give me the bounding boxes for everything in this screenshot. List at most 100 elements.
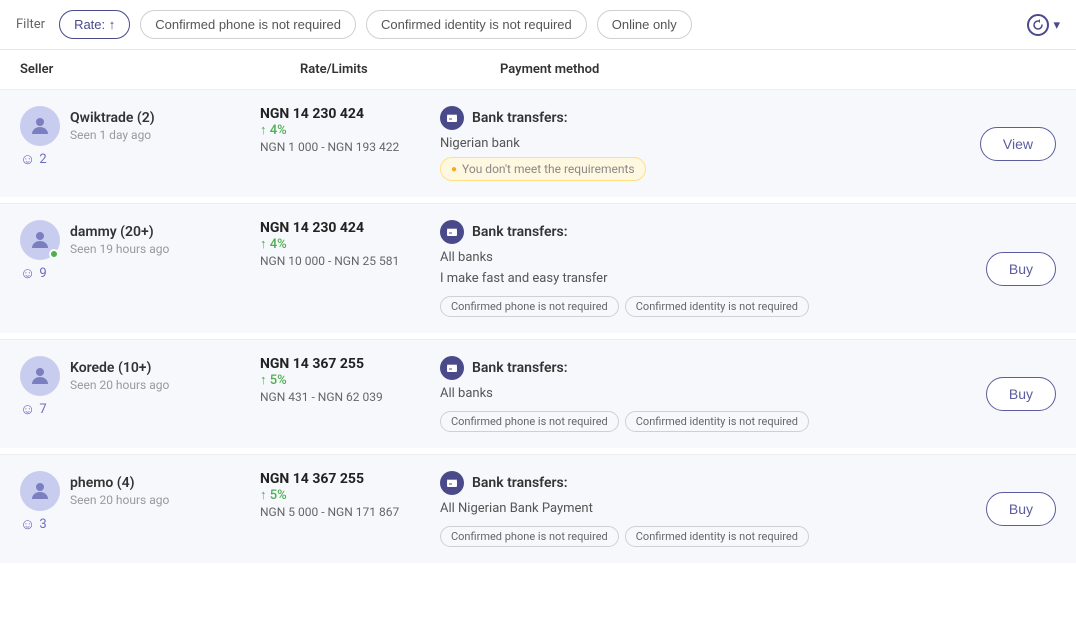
requirement-badges: Confirmed phone is not required Confirmed… [440,296,936,317]
col-header-payment: Payment method [500,62,1056,77]
rate-cell: NGN 14 367 255↑ 5% NGN 431 - NGN 62 039 [260,356,440,432]
seller-rating: ☺2 [20,150,260,168]
payment-desc: Nigerian bank [440,136,936,151]
seller-name: dammy (20+) [70,224,169,240]
table-row: dammy (20+) Seen 19 hours ago ☺ 9 NGN 14 230… [0,203,1076,333]
trade-list: Qwiktrade (2)Seen 1 day ago☺2NGN 14 230 … [0,85,1076,567]
buy-button[interactable]: Buy [986,377,1056,411]
requirement-badges: Confirmed phone is not required Confirmed… [440,411,936,432]
payment-desc: All banks [440,250,936,265]
seller-cell: phemo (4)Seen 20 hours ago☺3 [20,471,260,547]
seller-cell: Korede (10+)Seen 20 hours ago☺7 [20,356,260,432]
rating-icon: ☺ [20,515,35,533]
payment-desc: All banks [440,386,936,401]
rate-percent: ↑ 5% [260,487,440,503]
rate-cell: NGN 14 230 424↑ 4% NGN 10 000 - NGN 25 58… [260,220,440,317]
phone-filter-button[interactable]: Confirmed phone is not required [140,10,356,39]
rate-limits: NGN 1 000 - NGN 193 422 [260,140,440,154]
rating-count: 7 [39,402,46,417]
rate-limits: NGN 431 - NGN 62 039 [260,390,440,404]
payment-icon [440,106,464,130]
rate-cell: NGN 14 230 424↑ 4%NGN 1 000 - NGN 193 42… [260,106,440,181]
rate-amount: NGN 14 367 255 [260,471,440,487]
payment-type: Bank transfers: [472,110,568,126]
seller-rating: ☺7 [20,400,260,418]
payment-icon [440,220,464,244]
seller-name: phemo (4) [70,475,169,491]
payment-header: Bank transfers: [440,220,936,244]
payment-header: Bank transfers: [440,106,936,130]
seller-seen: Seen 19 hours ago [70,242,169,256]
avatar [20,220,60,260]
action-cell: View [936,106,1056,181]
table-row: Korede (10+)Seen 20 hours ago☺7NGN 14 36… [0,339,1076,448]
rate-cell: NGN 14 367 255↑ 5% NGN 5 000 - NGN 171 86… [260,471,440,547]
rating-count: 2 [39,152,46,167]
col-header-seller: Seller [20,62,300,77]
seller-name: Korede (10+) [70,360,169,376]
buy-button[interactable]: Buy [986,492,1056,526]
rate-amount: NGN 14 230 424 [260,106,440,122]
payment-desc: All Nigerian Bank Payment [440,501,936,516]
warning-text: You don't meet the requirements [462,162,635,176]
filter-label: Filter [16,17,45,32]
rate-filter-button[interactable]: Rate: ↑ [59,10,130,39]
payment-icon [440,471,464,495]
action-cell: Buy [936,471,1056,547]
rate-limits: NGN 10 000 - NGN 25 581 [260,254,440,268]
avatar [20,106,60,146]
payment-desc: I make fast and easy transfer [440,271,936,286]
payment-icon [440,356,464,380]
table-row: phemo (4)Seen 20 hours ago☺3NGN 14 367 2… [0,454,1076,563]
payment-header: Bank transfers: [440,471,936,495]
seller-cell: Qwiktrade (2)Seen 1 day ago☺2 [20,106,260,181]
requirement-badge: Confirmed phone is not required [440,411,619,432]
seller-cell: dammy (20+) Seen 19 hours ago ☺ 9 [20,220,260,317]
payment-cell: Bank transfers: All Nigerian Bank Payment… [440,471,936,547]
buy-button[interactable]: Buy [986,252,1056,286]
identity-filter-button[interactable]: Confirmed identity is not required [366,10,587,39]
avatar [20,356,60,396]
refresh-icon [1027,14,1049,36]
rate-amount: NGN 14 367 255 [260,356,440,372]
online-filter-button[interactable]: Online only [597,10,692,39]
requirement-badge: Confirmed phone is not required [440,296,619,317]
seller-rating: ☺3 [20,515,260,533]
rating-count: 3 [39,517,46,532]
warning-icon: ● [451,164,457,175]
action-cell: Buy [936,356,1056,432]
payment-type: Bank transfers: [472,475,568,491]
rating-count: 9 [39,266,46,281]
refresh-arrow: ▾ [1053,17,1060,33]
seller-seen: Seen 1 day ago [70,128,155,142]
requirement-badge: Confirmed identity is not required [625,296,809,317]
refresh-button[interactable]: ▾ [1027,14,1060,36]
requirement-badge: Confirmed identity is not required [625,411,809,432]
avatar [20,471,60,511]
payment-type: Bank transfers: [472,224,568,240]
payment-cell: Bank transfers: All banks I make fast and … [440,220,936,317]
warning-badge: ● You don't meet the requirements [440,157,646,181]
rate-percent: ↑ 5% [260,372,440,388]
rate-limits: NGN 5 000 - NGN 171 867 [260,505,440,519]
payment-header: Bank transfers: [440,356,936,380]
table-header: Seller Rate/Limits Payment method [0,50,1076,85]
payment-type: Bank transfers: [472,360,568,376]
online-indicator [49,249,59,259]
seller-name: Qwiktrade (2) [70,110,155,126]
seller-seen: Seen 20 hours ago [70,493,169,507]
rate-percent: ↑ 4% [260,236,440,252]
requirement-badge: Confirmed phone is not required [440,526,619,547]
rate-amount: NGN 14 230 424 [260,220,440,236]
table-row: Qwiktrade (2)Seen 1 day ago☺2NGN 14 230 … [0,89,1076,197]
rating-icon: ☺ [20,400,35,418]
rating-icon: ☺ [20,264,35,282]
action-cell: Buy [936,220,1056,317]
rating-icon: ☺ [20,150,35,168]
payment-cell: Bank transfers: All banks Confirmed phone … [440,356,936,432]
view-button[interactable]: View [980,127,1056,161]
requirement-badges: Confirmed phone is not required Confirmed… [440,526,936,547]
seller-seen: Seen 20 hours ago [70,378,169,392]
requirement-badge: Confirmed identity is not required [625,526,809,547]
payment-cell: Bank transfers: Nigerian bank ● You don't m… [440,106,936,181]
